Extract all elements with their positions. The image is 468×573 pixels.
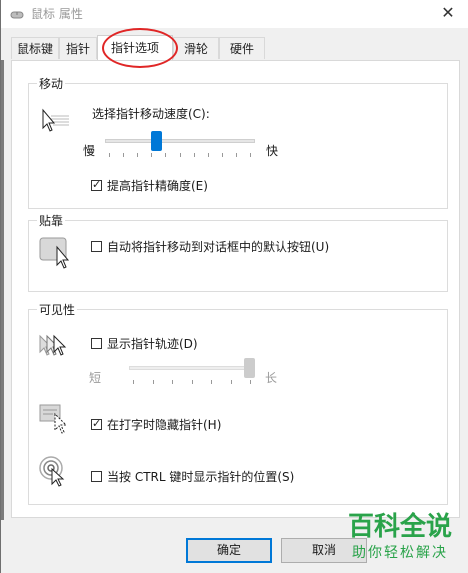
pointer-trails-label[interactable]: 显示指针轨迹(D) bbox=[107, 335, 198, 352]
snap-to-default-checkbox[interactable] bbox=[91, 241, 102, 252]
pointer-trails-checkbox[interactable] bbox=[91, 338, 102, 349]
tab-pointers[interactable]: 指针 bbox=[59, 37, 97, 59]
snap-to-button-icon bbox=[39, 237, 75, 274]
slider-tick bbox=[151, 153, 152, 157]
speed-label: 选择指针移动速度(C): bbox=[92, 107, 210, 121]
slider-tick bbox=[211, 380, 212, 384]
trails-slider-ticks bbox=[133, 380, 251, 384]
close-button[interactable]: ✕ bbox=[438, 3, 458, 22]
slider-tick bbox=[133, 380, 134, 384]
tab-hardware[interactable]: 硬件 bbox=[219, 37, 265, 59]
show-location-ctrl-checkbox[interactable] bbox=[91, 471, 102, 482]
slider-tick bbox=[153, 380, 154, 384]
ok-button[interactable]: 确定 bbox=[186, 538, 272, 563]
slider-tick bbox=[250, 380, 251, 384]
title-bar: 鼠标 属性 ✕ bbox=[1, 0, 468, 28]
show-location-ctrl-icon bbox=[39, 455, 71, 490]
trails-short-label: 短 bbox=[89, 371, 102, 385]
speed-slider-thumb[interactable] bbox=[151, 131, 162, 151]
highlight-circle bbox=[102, 28, 178, 68]
slow-label: 慢 bbox=[83, 144, 96, 158]
fast-label: 快 bbox=[266, 144, 279, 158]
slider-tick bbox=[109, 153, 110, 157]
enhance-precision-checkbox[interactable] bbox=[91, 178, 102, 191]
enhance-precision-label[interactable]: 提高指针精确度(E) bbox=[107, 177, 208, 194]
slider-tick bbox=[180, 153, 181, 157]
slider-tick bbox=[236, 153, 237, 157]
watermark-subtitle: 助你轻松解决 bbox=[352, 545, 448, 561]
speed-slider-track[interactable] bbox=[105, 139, 255, 143]
visibility-group: 可见性 显示指针轨迹(D) 短 长 ✓ 在打字时隐藏指针(H) 当按 CTRL … bbox=[28, 301, 448, 505]
slider-tick bbox=[222, 153, 223, 157]
slider-tick bbox=[231, 380, 232, 384]
snap-group-title: 贴靠 bbox=[37, 212, 66, 229]
mouse-icon bbox=[9, 6, 25, 22]
slider-tick bbox=[172, 380, 173, 384]
hide-pointer-typing-label[interactable]: 在打字时隐藏指针(H) bbox=[107, 416, 221, 433]
slider-tick bbox=[192, 380, 193, 384]
slider-tick bbox=[137, 153, 138, 157]
trails-slider-track[interactable] bbox=[129, 366, 255, 370]
watermark: 百科全说 助你轻松解决 bbox=[340, 512, 460, 562]
mouse-properties-window: 鼠标 属性 ✕ 鼠标键 指针 指针选项 滑轮 硬件 移动 选择指针移动速度(C)… bbox=[0, 0, 468, 573]
tab-wheel[interactable]: 滑轮 bbox=[173, 37, 219, 59]
slider-tick bbox=[165, 153, 166, 157]
slider-tick bbox=[194, 153, 195, 157]
pointer-speed-icon bbox=[39, 108, 73, 137]
slider-tick bbox=[250, 153, 251, 157]
snap-group: 贴靠 自动将指针移动到对话框中的默认按钮(U) bbox=[28, 212, 448, 292]
tab-panel: 移动 选择指针移动速度(C): 慢 快 提高指针精确度(E) 贴靠 bbox=[11, 60, 460, 518]
window-title: 鼠标 属性 bbox=[31, 7, 83, 21]
tab-buttons[interactable]: 鼠标键 bbox=[11, 37, 59, 59]
slider-tick bbox=[208, 153, 209, 157]
trails-slider-thumb[interactable] bbox=[244, 358, 255, 378]
window-edge bbox=[1, 60, 4, 520]
snap-to-default-label[interactable]: 自动将指针移动到对话框中的默认按钮(U) bbox=[107, 238, 329, 255]
trails-long-label: 长 bbox=[265, 371, 278, 385]
watermark-title: 百科全说 bbox=[347, 512, 452, 542]
pointer-trails-icon bbox=[37, 332, 73, 363]
show-location-ctrl-label[interactable]: 当按 CTRL 键时显示指针的位置(S) bbox=[107, 468, 294, 485]
visibility-group-title: 可见性 bbox=[37, 301, 78, 318]
speed-slider-ticks bbox=[109, 153, 251, 157]
motion-group-title: 移动 bbox=[37, 75, 66, 92]
hide-pointer-typing-icon bbox=[39, 404, 71, 437]
hide-pointer-typing-checkbox[interactable] bbox=[91, 417, 102, 430]
motion-group: 移动 选择指针移动速度(C): 慢 快 提高指针精确度(E) bbox=[28, 75, 448, 209]
slider-tick bbox=[123, 153, 124, 157]
